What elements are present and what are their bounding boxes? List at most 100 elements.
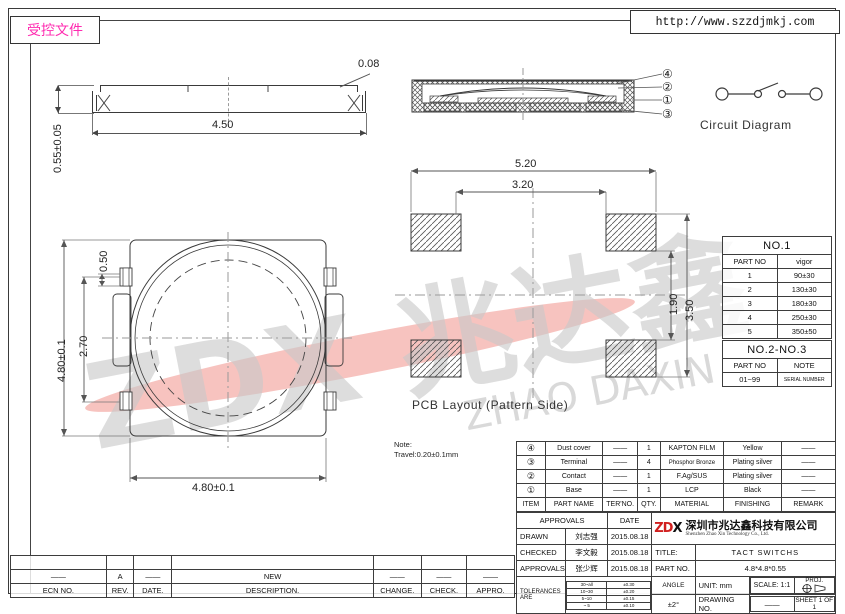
cell: —— — [420, 569, 468, 584]
name-approvals: 张少辉 — [564, 560, 609, 577]
table-no1-title: NO.1 — [722, 236, 832, 255]
angle-value: ±2° — [651, 594, 696, 614]
company-name-en: Shenzhen Zhao Xin Technology Co., Ltd. — [685, 531, 769, 537]
table-no1-header-vigor: vigor — [776, 254, 832, 269]
cell: —— — [602, 469, 639, 484]
cell: —— — [780, 469, 837, 484]
cell: Black — [723, 483, 782, 498]
rev-header-change: CHANGE. — [372, 583, 422, 598]
cell: 4 — [722, 310, 778, 325]
pcb-layout-drawing — [395, 168, 690, 398]
cell: 130±30 — [776, 282, 832, 297]
first-angle-projection-icon — [801, 584, 827, 593]
frame-inner-left — [30, 20, 31, 594]
table-row: 30~all ±0.30 — [565, 580, 652, 589]
title-block: APPROVALS DATE ZDX 深圳市兆达鑫科技有限公司 Shenzhen… — [515, 512, 837, 614]
part-no-label: PART NO. — [651, 560, 696, 577]
materials-header-material: MATERIAL — [659, 497, 725, 512]
cell: Terminal — [544, 455, 604, 470]
section-callout-4: ④ — [662, 67, 673, 81]
approvals-header: APPROVALS — [515, 512, 609, 529]
cell — [466, 555, 515, 570]
cell: 90±30 — [776, 268, 832, 283]
materials-header-item: ITEM — [516, 497, 546, 512]
cell: 1 — [637, 469, 661, 484]
cell: 3 — [722, 296, 778, 311]
cell: Plating silver — [723, 455, 782, 470]
materials-header-terno: TER'NO. — [602, 497, 639, 512]
side-view-height-value: 0.55±0.05 — [52, 124, 64, 173]
cell: ±0.30 — [606, 580, 652, 589]
website-url-text: http://www.szzdjmkj.com — [655, 15, 815, 29]
circuit-symbol — [715, 82, 823, 101]
proj-cell: PROJ. — [793, 577, 835, 594]
cell: Yellow — [723, 441, 782, 456]
role-drawn: DRAWN — [516, 528, 566, 545]
rev-header-description: DESCRIPTION. — [171, 583, 374, 598]
pcb-inner-y-value: 1.90 — [668, 293, 680, 315]
cell: 01~99 — [722, 372, 778, 387]
section-view: ④ ② ① ③ — [400, 60, 700, 155]
cell: F.Ag/SUS — [659, 469, 725, 484]
date-drawn: 2015.08.18 — [607, 528, 653, 545]
cell — [420, 555, 468, 570]
cell — [372, 555, 422, 570]
cell: —— — [372, 569, 422, 584]
scale-proj-subtable: SCALE: 1:1 PROJ. — [749, 577, 835, 594]
cell: —— — [780, 455, 837, 470]
cell: —— — [602, 455, 639, 470]
cell — [10, 555, 107, 570]
cell: 30~all — [565, 580, 608, 589]
travel-note-title: Note: — [394, 440, 412, 449]
cell: ±0.10 — [606, 601, 652, 610]
side-view-detail-lines — [97, 73, 370, 112]
cell: ±0.20 — [606, 587, 652, 596]
circuit-diagram: Circuit Diagram — [700, 66, 840, 136]
table-header-row: ECN NO. REV. DATE. DESCRIPTION. CHANGE. … — [10, 583, 515, 598]
table-row: 5~10 ±0.15 — [565, 594, 652, 603]
table-row: ~ 5 ±0.10 — [565, 601, 652, 610]
travel-note: Note: Travel:0.20±0.1mm — [394, 440, 458, 460]
cell: Phosphor Bronze — [659, 455, 725, 470]
pcb-inner-x-value: 3.20 — [512, 179, 534, 191]
table-header-row: ITEM PART NAME TER'NO. QTY. MATERIAL FIN… — [516, 497, 837, 512]
cell: 250±30 — [776, 310, 832, 325]
zdx-logo-icon: ZDX — [654, 522, 682, 535]
side-view-chamfer-value: 0.08 — [358, 58, 380, 70]
table-row: 5 350±50 — [722, 324, 832, 339]
table-row: ① Base —— 1 LCP Black —— — [516, 483, 837, 498]
cell: Contact — [544, 469, 604, 484]
scale-label: SCALE: 1:1 — [749, 577, 795, 594]
table-row — [10, 555, 515, 570]
cell: 2 — [722, 282, 778, 297]
materials-header-remark: REMARK — [780, 497, 837, 512]
materials-header-finishing: FINISHING — [723, 497, 782, 512]
cell: —— — [133, 569, 173, 584]
part-no-value: 4.8*4.8*0.55 — [694, 560, 837, 577]
rev-header-appro: APPRO. — [466, 583, 515, 598]
pcb-overall-x-value: 5.20 — [515, 158, 537, 170]
table-no23-header-note: NOTE — [776, 358, 832, 373]
cell: 10~30 — [565, 587, 608, 596]
cell: 5 — [722, 324, 778, 339]
cell: LCP — [659, 483, 725, 498]
cell: —— — [10, 569, 107, 584]
date-checked: 2015.08.18 — [607, 544, 653, 561]
cell: 180±30 — [776, 296, 832, 311]
title-label: TITLE: — [651, 544, 696, 561]
cell: Dust cover — [544, 441, 604, 456]
controlled-document-label: 受控文件 — [27, 23, 83, 39]
side-view-width-value: 4.50 — [212, 119, 234, 131]
drawing-no-value: —— — [749, 596, 795, 612]
company-name-cn: 深圳市兆达鑫科技有限公司 — [685, 519, 818, 533]
table-no1: NO.1 PART NO vigor 1 90±30 2 130±30 3 180±3… — [722, 236, 832, 339]
date-header: DATE — [607, 512, 653, 529]
cell: 1 — [637, 483, 661, 498]
materials-table: ④ Dust cover —— 1 KAPTON FILM Yellow —— … — [516, 441, 837, 512]
section-callout-1: ① — [662, 93, 673, 107]
side-view-width-dimline — [92, 133, 366, 134]
controlled-document-stamp: 受控文件 — [10, 16, 100, 44]
table-row: ③ Terminal —— 4 Phosphor Bronze Plating … — [516, 455, 837, 470]
section-view-drawing — [411, 68, 663, 122]
cell: 5~10 — [565, 594, 608, 603]
